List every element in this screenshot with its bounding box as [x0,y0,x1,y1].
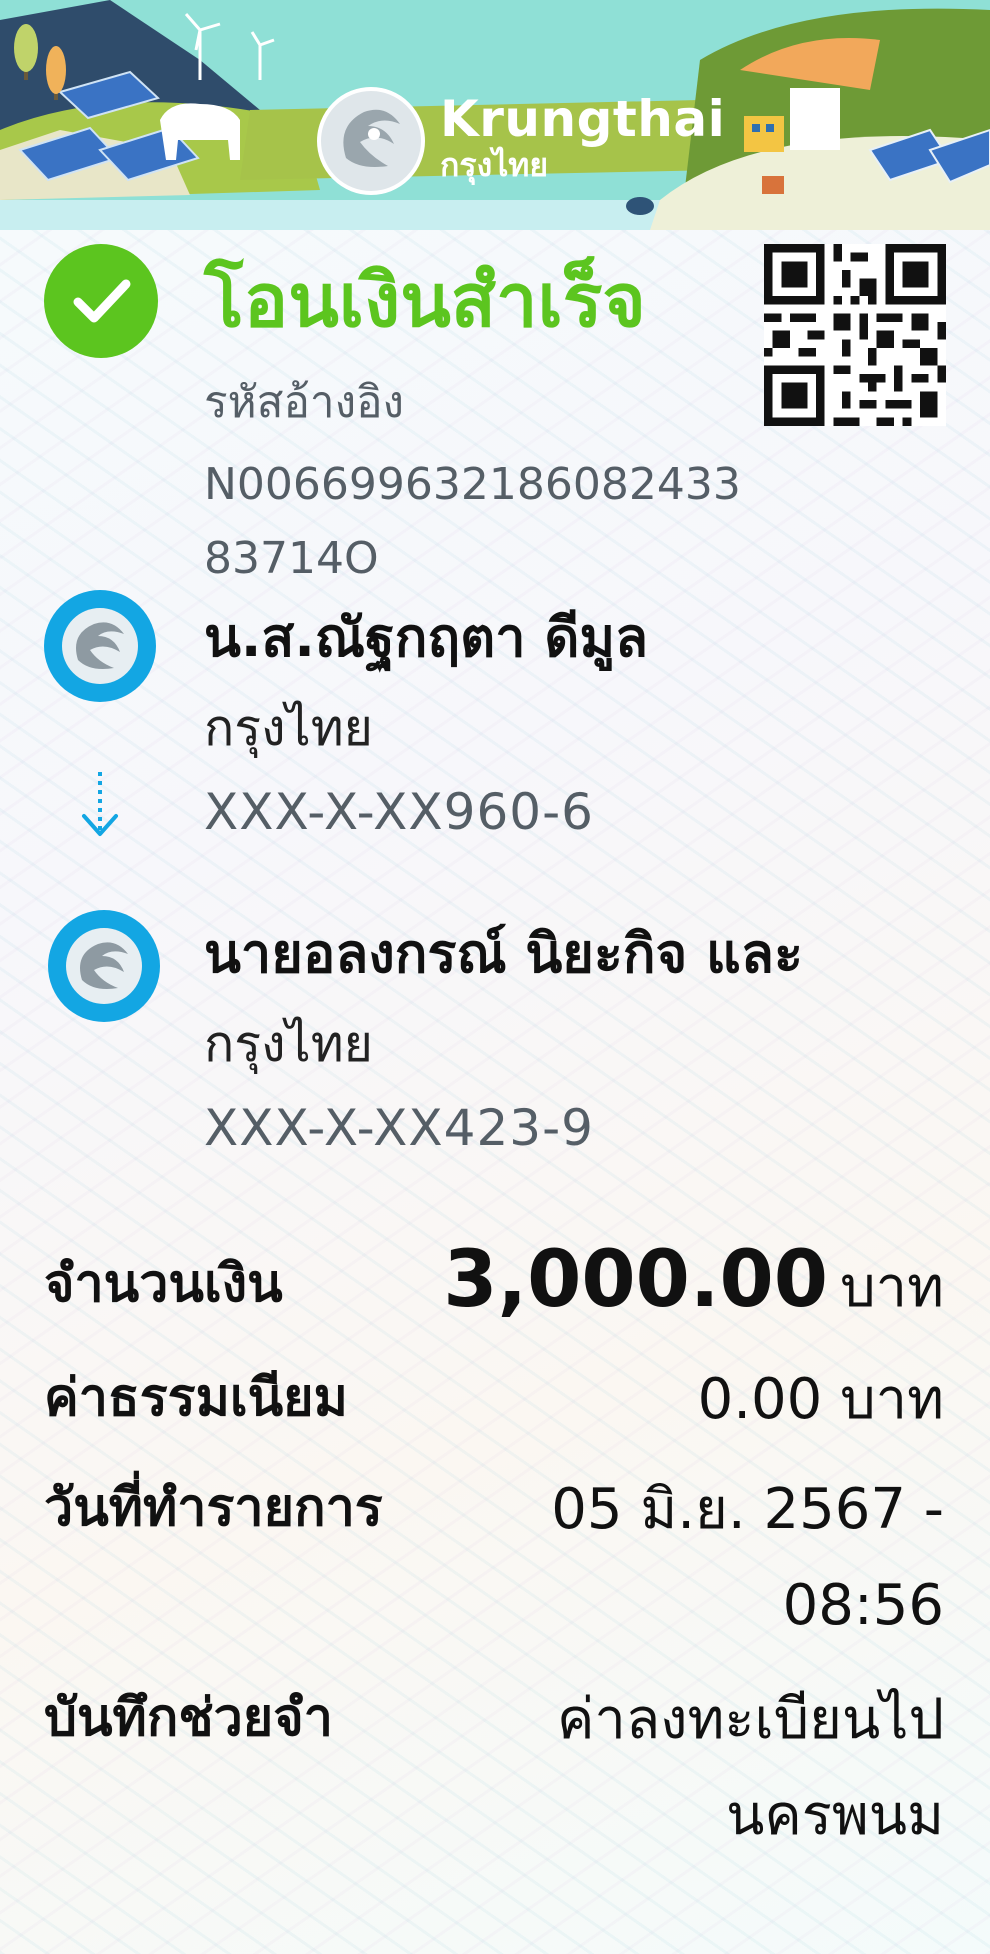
receiver-bank: กรุงไทย [204,1015,373,1073]
amount-value-group: 3,000.00 บาท [443,1232,944,1336]
memo-value-line1: ค่าลงทะเบียนไป [556,1687,944,1752]
receiver-name: นายอลงกรณ์ นิยะกิจ และ [204,922,803,985]
qr-code-icon[interactable] [764,244,946,426]
arrow-down-icon [82,772,118,836]
memo-label: บันทึกช่วยจำ [44,1688,333,1748]
sender-account: XXX-X-XX960-6 [204,783,594,841]
amount-label: จำนวนเงิน [44,1254,283,1314]
sender-bank: กรุงไทย [204,699,373,757]
brand-name-th: กรุงไทย [440,146,549,184]
sender-bank-logo-icon [44,590,156,702]
fee-value: 0.00 บาท [697,1367,944,1432]
date-label: วันที่ทำรายการ [44,1478,383,1538]
amount-unit: บาท [840,1255,944,1320]
reference-label: รหัสอ้างอิง [204,377,405,428]
krungthai-logo-icon [317,87,425,195]
sender-name: น.ส.ณัฐกฤตา ดีมูล [204,606,649,669]
brand-name-en: Krungthai [440,90,726,148]
fee-label: ค่าธรรมเนียม [44,1368,348,1428]
date-value-line2: 08:56 [782,1573,944,1638]
receiver-bank-logo-icon [48,910,160,1022]
date-value-line1: 05 มิ.ย. 2567 - [551,1477,944,1542]
memo-value-line2: นครพนม [726,1783,944,1848]
header-banner: Krungthai กรุงไทย [0,0,990,230]
amount-value: 3,000.00 [443,1235,829,1325]
reference-value: N00669963218608243383714O [204,459,741,584]
receiver-account: XXX-X-XX423-9 [204,1099,594,1157]
transfer-success-title: โอนเงินสำเร็จ [204,258,646,344]
check-icon [44,244,158,358]
brand-text: Krungthai กรุงไทย [440,92,725,184]
